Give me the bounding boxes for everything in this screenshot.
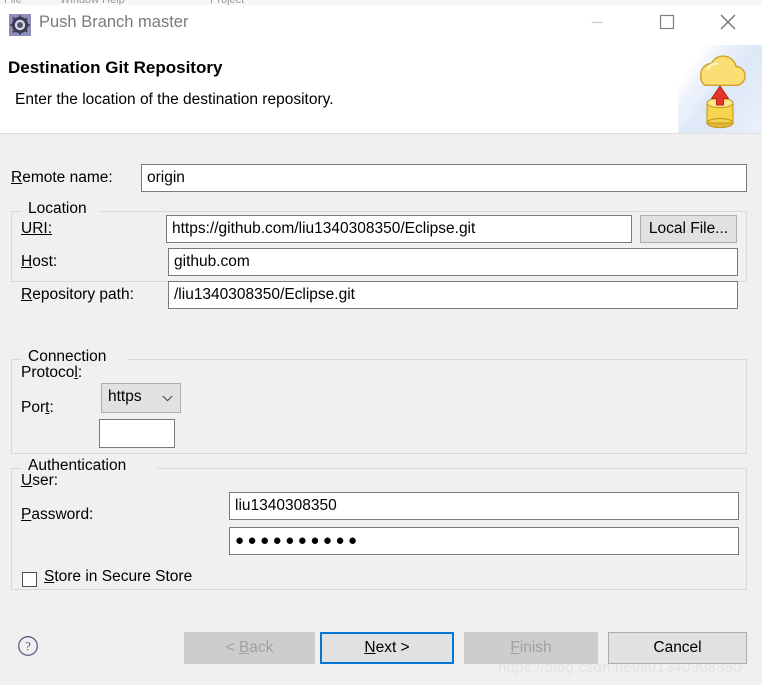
window-title: Push Branch master — [39, 13, 189, 31]
page-title: Destination Git Repository — [8, 58, 223, 77]
uri-label-text: URI: — [21, 220, 52, 237]
cancel-button[interactable]: Cancel — [608, 632, 747, 664]
protocol-label: Protocol: — [21, 364, 82, 382]
user-mnemonic: U — [21, 472, 33, 489]
close-icon[interactable] — [705, 5, 751, 39]
repository-path-input[interactable]: /liu1340308350/Eclipse.git — [168, 281, 738, 309]
user-input[interactable]: liu1340308350 — [229, 492, 739, 520]
location-group-legend: Location — [24, 200, 91, 218]
svg-text:?: ? — [25, 639, 31, 654]
user-label: User: — [21, 472, 58, 490]
next-button-rest: ext > — [375, 639, 410, 656]
chevron-down-icon — [162, 385, 173, 411]
password-label: Password: — [21, 506, 93, 524]
back-button-rest: ack — [249, 639, 274, 656]
protocol-combobox[interactable]: https — [101, 383, 181, 413]
wizard-header: Destination Git Repository Enter the loc… — [0, 45, 762, 134]
port-label-suffix: : — [49, 399, 54, 416]
repository-path-label: Repository path: — [21, 286, 134, 304]
checkbox-box[interactable] — [22, 572, 37, 587]
host-mnemonic: H — [21, 253, 33, 270]
remote-name-label: Remote name: — [11, 169, 113, 187]
repository-path-mnemonic: R — [21, 286, 33, 303]
remote-name-label-rest: emote name: — [22, 169, 113, 186]
protocol-label-suffix: : — [77, 364, 83, 381]
next-button-mnemonic: N — [364, 639, 376, 656]
remote-name-mnemonic: R — [11, 169, 23, 186]
finish-button-rest: inish — [519, 639, 552, 656]
back-button[interactable]: < Back — [184, 632, 315, 664]
title-bar: Push Branch master — [0, 5, 762, 45]
back-button-prefix: < — [225, 639, 239, 656]
protocol-label-prefix: Protoco — [21, 364, 75, 381]
port-input[interactable] — [99, 419, 175, 448]
finish-button-mnemonic: F — [510, 639, 520, 656]
remote-name-input[interactable]: origin — [141, 164, 747, 192]
help-icon[interactable]: ? — [17, 635, 39, 657]
store-secure-mnemonic: S — [44, 568, 55, 585]
push-branch-icon — [9, 14, 31, 36]
finish-button[interactable]: Finish — [464, 632, 598, 664]
minimize-icon[interactable] — [574, 5, 620, 39]
cloud-upload-icon — [678, 45, 762, 134]
uri-input[interactable]: https://github.com/liu1340308350/Eclipse… — [166, 215, 632, 243]
protocol-value: https — [108, 388, 142, 405]
host-label-rest: ost: — [32, 253, 58, 270]
store-secure-store-label: Store in Secure Store — [44, 568, 192, 586]
store-secure-label-rest: tore in Secure Store — [54, 568, 193, 585]
user-label-rest: ser: — [32, 472, 59, 489]
host-input[interactable]: github.com — [168, 248, 738, 276]
uri-label: URI: — [21, 220, 52, 238]
password-label-rest: assword: — [31, 506, 94, 523]
push-branch-dialog: File Window Help Project — [0, 0, 762, 685]
host-label: Host: — [21, 253, 57, 271]
cancel-button-label: Cancel — [653, 639, 702, 656]
maximize-icon[interactable] — [644, 5, 690, 39]
password-input[interactable]: ●●●●●●●●●● — [229, 527, 739, 555]
back-button-mnemonic: B — [238, 639, 250, 656]
local-file-button[interactable]: Local File... — [640, 215, 737, 243]
repository-path-label-rest: epository path: — [32, 286, 134, 303]
port-label: Port: — [21, 399, 54, 417]
port-label-prefix: Por — [21, 399, 46, 416]
page-subtitle: Enter the location of the destination re… — [15, 91, 334, 108]
password-mnemonic: P — [21, 506, 32, 523]
next-button[interactable]: Next > — [320, 632, 454, 664]
dialog-body: Remote name: origin Location URI: https:… — [0, 134, 762, 619]
